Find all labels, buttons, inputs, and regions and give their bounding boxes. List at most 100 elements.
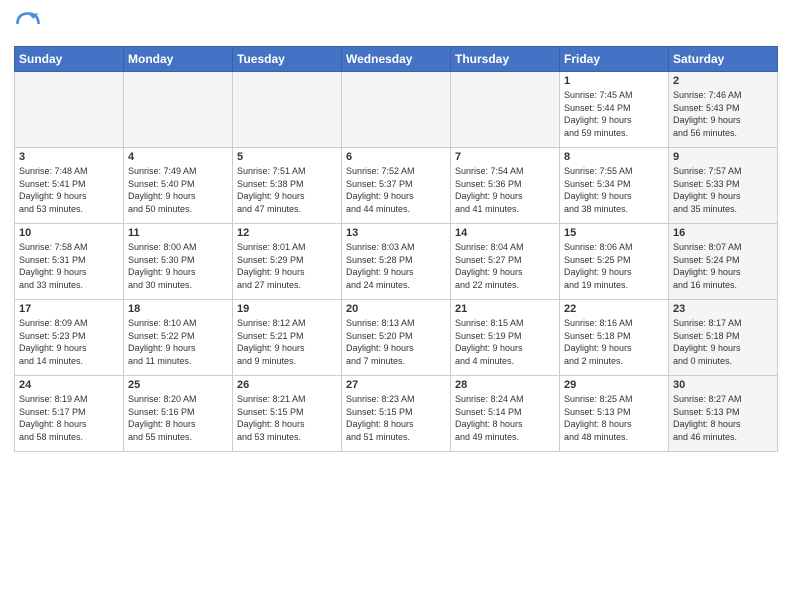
day-detail: Sunrise: 8:15 AM Sunset: 5:19 PM Dayligh… [455,317,555,367]
day-cell: 3 Sunrise: 7:48 AM Sunset: 5:41 PM Daylig… [15,148,124,224]
header-friday: Friday [560,47,669,72]
day-number: 19 [237,303,337,315]
day-cell: 27 Sunrise: 8:23 AM Sunset: 5:15 PM Dayli… [342,376,451,452]
day-cell: 20Sunrise: 8:13 AM Sunset: 5:20 PM Dayli… [342,300,451,376]
day-detail: Sunrise: 7:55 AM Sunset: 5:34 PM Dayligh… [564,165,664,215]
day-number: 12 [237,227,337,239]
day-cell: 11 Sunrise: 8:00 AM Sunset: 5:30 PM Dayli… [124,224,233,300]
day-number: 10 [19,227,119,239]
day-number: 13 [346,227,446,239]
week-row-0: 1 Sunrise: 7:45 AM Sunset: 5:44 PM Daylig… [15,72,778,148]
day-detail: Sunrise: 8:17 AM Sunset: 5:18 PM Dayligh… [673,317,773,367]
day-number: 17 [19,303,119,315]
day-cell: 23 Sunrise: 8:17 AM Sunset: 5:18 PM Dayli… [669,300,778,376]
day-cell: 5 Sunrise: 7:51 AM Sunset: 5:38 PM Daylig… [233,148,342,224]
day-cell: 10 Sunrise: 7:58 AM Sunset: 5:31 PM Dayli… [15,224,124,300]
day-cell [15,72,124,148]
day-detail: Sunrise: 8:00 AM Sunset: 5:30 PM Dayligh… [128,241,228,291]
day-detail: Sunrise: 8:24 AM Sunset: 5:14 PM Dayligh… [455,393,555,443]
day-detail: Sunrise: 7:45 AM Sunset: 5:44 PM Dayligh… [564,89,664,139]
day-detail: Sunrise: 8:13 AM Sunset: 5:20 PM Dayligh… [346,317,446,367]
calendar-table: SundayMondayTuesdayWednesdayThursdayFrid… [14,46,778,452]
day-number: 9 [673,151,773,163]
day-number: 30 [673,379,773,391]
day-number: 16 [673,227,773,239]
day-cell: 18 Sunrise: 8:10 AM Sunset: 5:22 PM Dayli… [124,300,233,376]
day-detail: Sunrise: 7:58 AM Sunset: 5:31 PM Dayligh… [19,241,119,291]
day-cell [124,72,233,148]
day-number: 23 [673,303,773,315]
day-number: 14 [455,227,555,239]
day-detail: Sunrise: 8:10 AM Sunset: 5:22 PM Dayligh… [128,317,228,367]
day-cell: 7 Sunrise: 7:54 AM Sunset: 5:36 PM Daylig… [451,148,560,224]
day-cell: 15 Sunrise: 8:06 AM Sunset: 5:25 PM Dayli… [560,224,669,300]
day-detail: Sunrise: 8:04 AM Sunset: 5:27 PM Dayligh… [455,241,555,291]
day-detail: Sunrise: 7:48 AM Sunset: 5:41 PM Dayligh… [19,165,119,215]
day-detail: Sunrise: 8:07 AM Sunset: 5:24 PM Dayligh… [673,241,773,291]
day-detail: Sunrise: 8:20 AM Sunset: 5:16 PM Dayligh… [128,393,228,443]
day-cell: 17Sunrise: 8:09 AM Sunset: 5:23 PM Dayli… [15,300,124,376]
day-number: 4 [128,151,228,163]
header-wednesday: Wednesday [342,47,451,72]
day-cell: 26 Sunrise: 8:21 AM Sunset: 5:15 PM Dayli… [233,376,342,452]
day-detail: Sunrise: 8:03 AM Sunset: 5:28 PM Dayligh… [346,241,446,291]
day-detail: Sunrise: 7:52 AM Sunset: 5:37 PM Dayligh… [346,165,446,215]
header-monday: Monday [124,47,233,72]
day-detail: Sunrise: 7:54 AM Sunset: 5:36 PM Dayligh… [455,165,555,215]
day-cell [233,72,342,148]
day-number: 15 [564,227,664,239]
day-detail: Sunrise: 7:51 AM Sunset: 5:38 PM Dayligh… [237,165,337,215]
week-row-1: 3 Sunrise: 7:48 AM Sunset: 5:41 PM Daylig… [15,148,778,224]
day-cell: 16 Sunrise: 8:07 AM Sunset: 5:24 PM Dayli… [669,224,778,300]
day-cell: 2Sunrise: 7:46 AM Sunset: 5:43 PM Daylig… [669,72,778,148]
day-cell [342,72,451,148]
day-cell: 6Sunrise: 7:52 AM Sunset: 5:37 PM Daylig… [342,148,451,224]
day-number: 7 [455,151,555,163]
day-number: 3 [19,151,119,163]
day-detail: Sunrise: 7:57 AM Sunset: 5:33 PM Dayligh… [673,165,773,215]
logo [14,10,46,38]
day-detail: Sunrise: 8:06 AM Sunset: 5:25 PM Dayligh… [564,241,664,291]
day-number: 8 [564,151,664,163]
logo-icon [14,10,42,38]
day-number: 25 [128,379,228,391]
header-tuesday: Tuesday [233,47,342,72]
day-cell: 24Sunrise: 8:19 AM Sunset: 5:17 PM Dayli… [15,376,124,452]
day-number: 28 [455,379,555,391]
day-number: 27 [346,379,446,391]
page: SundayMondayTuesdayWednesdayThursdayFrid… [0,0,792,612]
day-detail: Sunrise: 8:16 AM Sunset: 5:18 PM Dayligh… [564,317,664,367]
day-detail: Sunrise: 7:46 AM Sunset: 5:43 PM Dayligh… [673,89,773,139]
day-detail: Sunrise: 8:12 AM Sunset: 5:21 PM Dayligh… [237,317,337,367]
day-cell: 13 Sunrise: 8:03 AM Sunset: 5:28 PM Dayli… [342,224,451,300]
day-number: 26 [237,379,337,391]
day-detail: Sunrise: 7:49 AM Sunset: 5:40 PM Dayligh… [128,165,228,215]
day-detail: Sunrise: 8:27 AM Sunset: 5:13 PM Dayligh… [673,393,773,443]
day-detail: Sunrise: 8:25 AM Sunset: 5:13 PM Dayligh… [564,393,664,443]
day-cell [451,72,560,148]
day-cell: 21Sunrise: 8:15 AM Sunset: 5:19 PM Dayli… [451,300,560,376]
day-detail: Sunrise: 8:23 AM Sunset: 5:15 PM Dayligh… [346,393,446,443]
day-cell: 28 Sunrise: 8:24 AM Sunset: 5:14 PM Dayli… [451,376,560,452]
day-cell: 22Sunrise: 8:16 AM Sunset: 5:18 PM Dayli… [560,300,669,376]
header [14,10,778,38]
day-detail: Sunrise: 8:01 AM Sunset: 5:29 PM Dayligh… [237,241,337,291]
day-detail: Sunrise: 8:21 AM Sunset: 5:15 PM Dayligh… [237,393,337,443]
day-number: 18 [128,303,228,315]
day-cell: 25 Sunrise: 8:20 AM Sunset: 5:16 PM Dayli… [124,376,233,452]
day-number: 29 [564,379,664,391]
header-saturday: Saturday [669,47,778,72]
day-number: 5 [237,151,337,163]
header-sunday: Sunday [15,47,124,72]
day-cell: 19 Sunrise: 8:12 AM Sunset: 5:21 PM Dayli… [233,300,342,376]
week-row-2: 10 Sunrise: 7:58 AM Sunset: 5:31 PM Dayli… [15,224,778,300]
week-row-3: 17Sunrise: 8:09 AM Sunset: 5:23 PM Dayli… [15,300,778,376]
day-number: 24 [19,379,119,391]
day-cell: 1 Sunrise: 7:45 AM Sunset: 5:44 PM Daylig… [560,72,669,148]
header-row: SundayMondayTuesdayWednesdayThursdayFrid… [15,47,778,72]
day-number: 11 [128,227,228,239]
day-cell: 12 Sunrise: 8:01 AM Sunset: 5:29 PM Dayli… [233,224,342,300]
day-number: 1 [564,75,664,87]
day-cell: 30 Sunrise: 8:27 AM Sunset: 5:13 PM Dayli… [669,376,778,452]
day-cell: 14 Sunrise: 8:04 AM Sunset: 5:27 PM Dayli… [451,224,560,300]
